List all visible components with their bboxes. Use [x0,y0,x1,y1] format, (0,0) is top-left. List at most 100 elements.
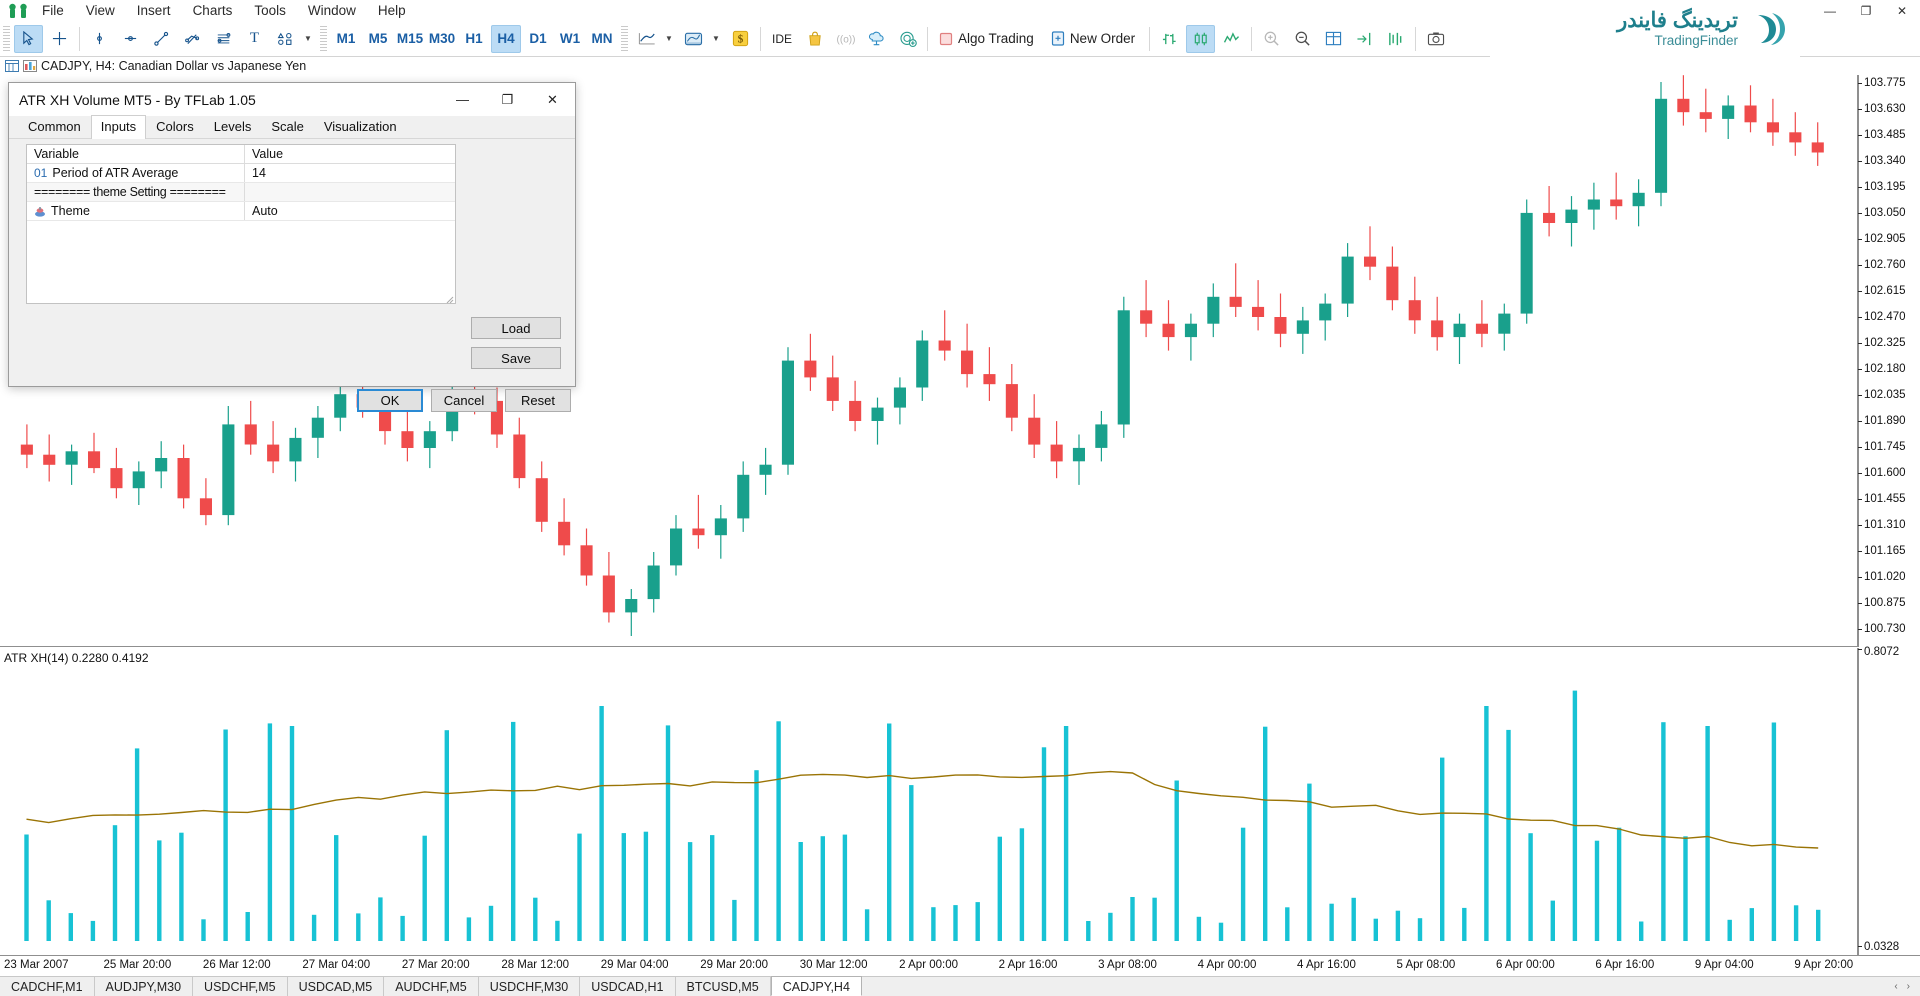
tab-inputs[interactable]: Inputs [91,115,146,139]
dialog-maximize-icon[interactable]: ❐ [485,83,530,116]
price-axis-label: 101.020 [1864,571,1906,583]
vps-cloud-icon[interactable] [862,25,891,53]
menu-file[interactable]: File [31,1,75,20]
chart-symbol-icon[interactable] [23,60,37,73]
candlestick-chart-icon[interactable] [1186,25,1215,53]
indicator-pane[interactable] [0,648,1858,955]
time-axis-label: 6 Apr 16:00 [1595,959,1654,971]
algo-trading-button[interactable]: Algo Trading [933,25,1043,53]
expand-chart-icon[interactable] [1350,25,1379,53]
period-m30[interactable]: M30 [427,25,457,53]
shift-chart-icon[interactable] [1381,25,1410,53]
chart-type-dropdown-icon[interactable]: ▼ [663,25,677,53]
horizontal-line-icon[interactable] [116,25,145,53]
tester-icon[interactable] [893,25,922,53]
vertical-line-icon[interactable] [85,25,114,53]
input-row-period-value[interactable]: 14 [245,166,455,180]
toolbar-grip[interactable] [3,26,10,52]
price-axis-label: 101.745 [1864,441,1906,453]
indicator-axis[interactable]: 0.8072 0.0328 [1858,648,1920,955]
line-type-chart-icon[interactable] [1217,25,1246,53]
input-row-theme-value[interactable]: Auto [245,204,455,218]
period-h4[interactable]: H4 [491,25,521,53]
tab-visualization[interactable]: Visualization [314,115,407,138]
ide-icon[interactable]: IDE [766,25,798,53]
tab-scale[interactable]: Scale [261,115,314,138]
chart-restore-icon[interactable] [5,60,19,73]
chart-tab[interactable]: USDCHF,M30 [479,977,581,996]
dialog-close-icon[interactable]: ✕ [530,83,575,116]
period-h1[interactable]: H1 [459,25,489,53]
chart-tab[interactable]: USDCAD,H1 [580,977,675,996]
trendline-icon[interactable] [147,25,176,53]
text-icon[interactable]: T [240,25,269,53]
menu-window[interactable]: Window [297,1,367,20]
period-m15[interactable]: M15 [395,25,425,53]
bar-chart-icon[interactable] [1155,25,1184,53]
period-mn[interactable]: MN [587,25,617,53]
save-button[interactable]: Save [471,347,561,369]
price-tick [1858,213,1862,214]
zoom-out-icon[interactable] [1288,25,1317,53]
indicators-icon[interactable] [679,25,708,53]
cancel-button[interactable]: Cancel [431,389,497,412]
dollar-icon[interactable]: $ [726,25,755,53]
price-tick [1858,447,1862,448]
price-axis[interactable]: 103.775103.630103.485103.340103.195103.0… [1858,75,1920,647]
cursor-icon[interactable] [14,25,43,53]
inputs-grid[interactable]: Variable Value 01 Period of ATR Average … [26,144,456,304]
input-row-period[interactable]: 01 Period of ATR Average 14 [27,164,455,183]
tile-windows-icon[interactable] [1319,25,1348,53]
dialog-minimize-icon[interactable]: — [440,83,485,116]
period-m1[interactable]: M1 [331,25,361,53]
chart-tab[interactable]: BTCUSD,M5 [676,977,771,996]
chart-tab[interactable]: AUDJPY,M30 [95,977,194,996]
new-order-button[interactable]: New Order [1045,25,1144,53]
indicators-dropdown-icon[interactable]: ▼ [710,25,724,53]
ok-button[interactable]: OK [357,389,423,412]
tab-colors[interactable]: Colors [146,115,204,138]
menu-tools[interactable]: Tools [243,1,297,20]
indicator-properties-dialog[interactable]: ATR XH Volume MT5 - By TFLab 1.05 — ❐ ✕ … [8,82,576,387]
crosshair-icon[interactable] [45,25,74,53]
tabs-scroll-right-icon[interactable]: › [1907,981,1910,992]
grid-resize-grip[interactable] [444,292,454,302]
period-w1[interactable]: W1 [555,25,585,53]
chart-tab[interactable]: AUDCHF,M5 [384,977,479,996]
screenshot-icon[interactable] [1421,25,1450,53]
time-axis[interactable]: 23 Mar 200725 Mar 20:0026 Mar 12:0027 Ma… [0,955,1920,975]
chart-tab[interactable]: CADCHF,M1 [0,977,95,996]
input-row-theme[interactable]: Theme Auto [27,202,455,221]
tabs-scroll-left-icon[interactable]: ‹ [1894,981,1897,992]
menu-charts[interactable]: Charts [182,1,244,20]
tab-common[interactable]: Common [18,115,91,138]
period-m5[interactable]: M5 [363,25,393,53]
chart-title-bar: CADJPY, H4: Canadian Dollar vs Japanese … [0,57,1920,75]
shapes-dropdown-icon[interactable]: ▼ [302,25,316,53]
chart-tab[interactable]: USDCHF,M5 [193,977,288,996]
minimize-icon[interactable]: — [1812,0,1848,21]
market-bag-icon[interactable] [800,25,829,53]
load-button[interactable]: Load [471,317,561,339]
line-chart-icon[interactable] [632,25,661,53]
toolbar-grip-3[interactable] [621,26,628,52]
period-d1[interactable]: D1 [523,25,553,53]
price-tick [1858,187,1862,188]
menu-insert[interactable]: Insert [126,1,182,20]
fibonacci-icon[interactable] [209,25,238,53]
menu-help[interactable]: Help [367,1,417,20]
shapes-icon[interactable] [271,25,300,53]
time-axis-label: 26 Mar 12:00 [203,959,271,971]
reset-button[interactable]: Reset [505,389,571,412]
chart-tab[interactable]: CADJPY,H4 [771,976,862,996]
tab-levels[interactable]: Levels [204,115,262,138]
zoom-in-icon[interactable] [1257,25,1286,53]
maximize-icon[interactable]: ❐ [1848,0,1884,21]
menu-view[interactable]: View [75,1,126,20]
close-icon[interactable]: ✕ [1884,0,1920,21]
polyline-icon[interactable] [178,25,207,53]
toolbar-grip-2[interactable] [320,26,327,52]
chart-tab[interactable]: USDCAD,M5 [288,977,385,996]
toolbar-divider-2 [760,27,761,51]
signals-icon[interactable]: ((o)) [831,25,860,53]
